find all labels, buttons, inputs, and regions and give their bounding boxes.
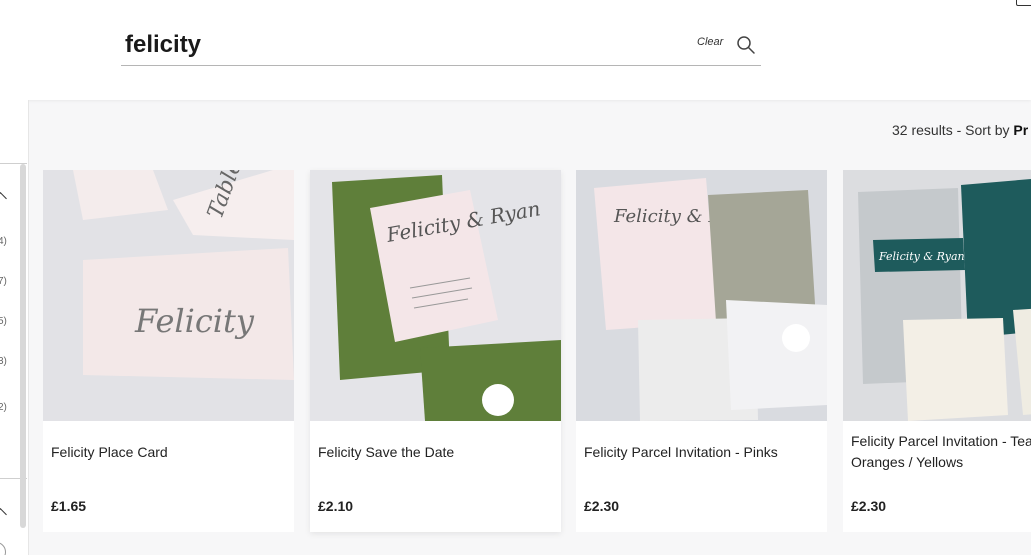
filter-radio[interactable] — [0, 542, 6, 555]
product-image-text: Felicity & Ryan — [878, 250, 965, 263]
search-results-page: Clear 4) 7) 5) 3) 2) 32 results - Sort b… — [0, 0, 1031, 555]
results-count: 32 results — [892, 122, 953, 138]
filter-sidebar: 4) 7) 5) 3) 2) — [0, 100, 29, 555]
filter-option-count[interactable]: 3) — [0, 356, 7, 367]
sort-label[interactable]: Sort by — [965, 122, 1009, 138]
search-input[interactable] — [125, 30, 665, 60]
product-price: £2.30 — [584, 498, 620, 514]
filter-option-count[interactable]: 5) — [0, 316, 7, 327]
search-bar: Clear — [121, 24, 761, 66]
filter-option-count[interactable]: 2) — [0, 402, 7, 413]
product-card[interactable]: Felicity & Ryan Felicity Save the Date £… — [310, 170, 561, 532]
clear-button[interactable]: Clear — [697, 36, 723, 48]
product-image[interactable]: Felicity & Ryan — [576, 170, 827, 421]
product-card[interactable]: Table Felicity Felicity Place Card £1.65 — [43, 170, 294, 532]
product-image-text: Felicity — [134, 302, 255, 340]
sort-dropdown[interactable]: Pr — [1013, 122, 1028, 138]
results-separator: - — [956, 122, 962, 138]
product-image[interactable]: Felicity & Ryan — [843, 170, 1031, 421]
chevron-up-icon[interactable] — [0, 508, 7, 521]
search-icon[interactable] — [736, 35, 756, 55]
product-price: £2.10 — [318, 498, 354, 514]
product-title[interactable]: Felicity Parcel Invitation - Teal Orange… — [851, 431, 1031, 473]
filter-option-count[interactable]: 7) — [0, 276, 7, 287]
product-price: £2.30 — [851, 498, 887, 514]
product-card[interactable]: Felicity & Ryan Felicity Parcel Invitati… — [576, 170, 827, 532]
results-summary: 32 results - Sort by Pr — [892, 122, 1028, 138]
product-price: £1.65 — [51, 498, 87, 514]
product-image[interactable]: Felicity & Ryan — [310, 170, 561, 421]
chevron-up-icon[interactable] — [0, 192, 7, 205]
product-title[interactable]: Felicity Place Card — [51, 442, 291, 463]
product-title[interactable]: Felicity Save the Date — [318, 442, 558, 463]
product-title[interactable]: Felicity Parcel Invitation - Pinks — [584, 442, 824, 463]
product-image[interactable]: Table Felicity — [43, 170, 294, 421]
bag-icon[interactable] — [1016, 0, 1031, 6]
sidebar-scrollbar[interactable] — [20, 164, 26, 528]
site-header: Clear — [0, 0, 1031, 100]
filter-option-count[interactable]: 4) — [0, 236, 7, 247]
product-card[interactable]: Felicity & Ryan Felicity Parcel Invitati… — [843, 170, 1031, 532]
